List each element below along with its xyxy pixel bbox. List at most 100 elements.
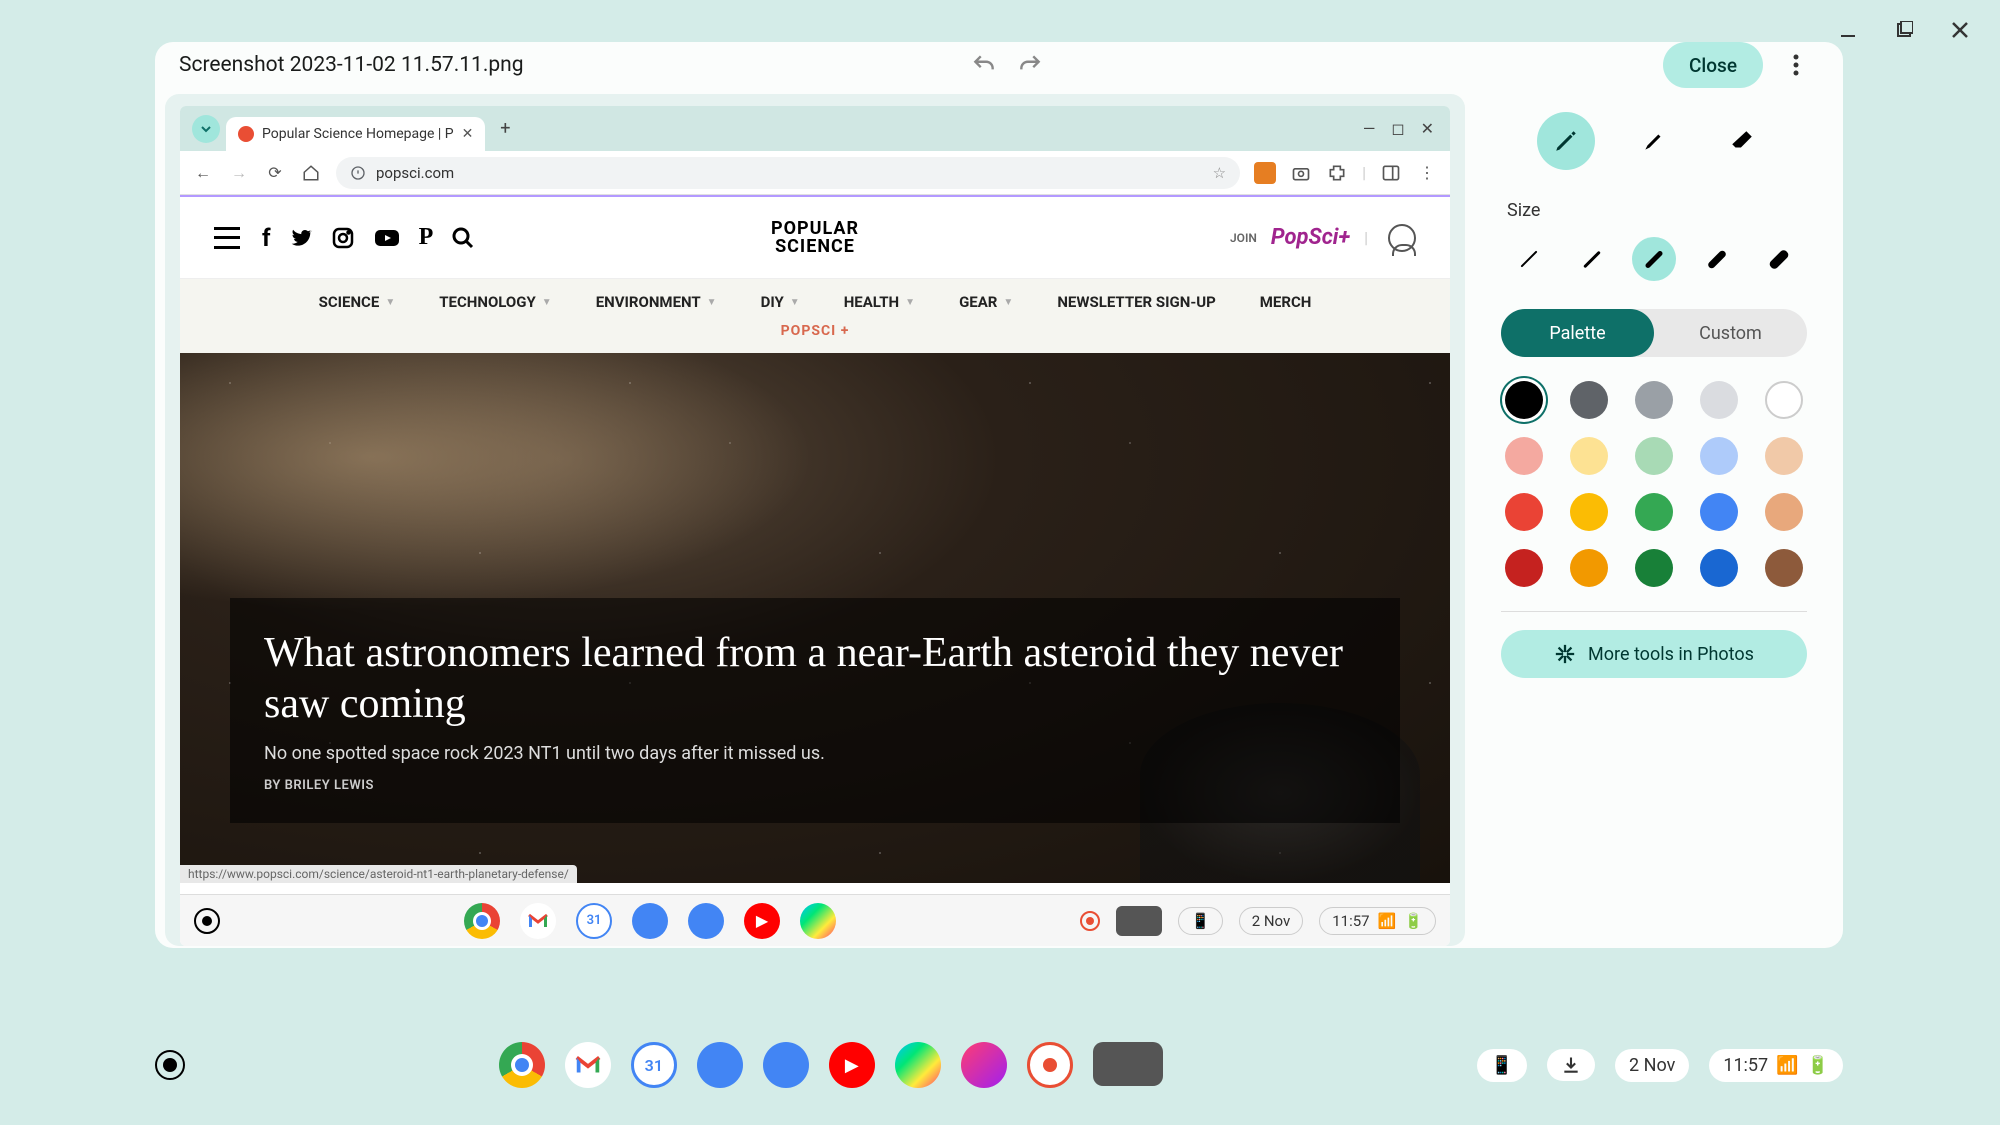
color-swatch[interactable] — [1635, 381, 1673, 419]
color-swatch[interactable] — [1505, 437, 1543, 475]
gmail-app-icon[interactable] — [520, 903, 556, 939]
files-app-icon[interactable] — [632, 903, 668, 939]
play-store-app-icon[interactable] — [800, 903, 836, 939]
twitter-icon[interactable] — [289, 226, 313, 250]
eraser-tool-button[interactable] — [1713, 112, 1771, 170]
pinterest-icon[interactable]: P — [419, 224, 434, 251]
nav-environment[interactable]: ENVIRONMENT▼ — [596, 293, 717, 311]
undo-button[interactable] — [961, 42, 1007, 88]
phone-hub-icon[interactable]: 📱 — [1491, 1055, 1513, 1076]
hero-article[interactable]: What astronomers learned from a near-Ear… — [180, 353, 1450, 883]
color-swatch[interactable] — [1570, 549, 1608, 587]
popsci-plus-link[interactable]: PopSci+ — [1271, 225, 1350, 250]
downloads-icon[interactable] — [1561, 1055, 1581, 1075]
shelf-time[interactable]: 11:57 — [1723, 1055, 1768, 1076]
launcher-button[interactable] — [194, 908, 220, 934]
color-swatch[interactable] — [1635, 493, 1673, 531]
gallery-app-icon[interactable] — [961, 1042, 1007, 1088]
color-swatch[interactable] — [1505, 549, 1543, 587]
site-logo[interactable]: POPULAR SCIENCE — [771, 220, 859, 256]
tote-preview[interactable] — [1116, 906, 1162, 936]
size-option-5[interactable] — [1757, 237, 1801, 281]
nav-popsci-plus[interactable]: POPSCI + — [781, 323, 850, 339]
messages-app-icon[interactable] — [688, 903, 724, 939]
instagram-icon[interactable] — [331, 226, 355, 250]
nav-science[interactable]: SCIENCE▼ — [319, 293, 396, 311]
browser-menu-button[interactable]: ⋮ — [1416, 162, 1438, 184]
window-close-button[interactable] — [1948, 18, 1972, 42]
window-maximize-button[interactable] — [1892, 18, 1916, 42]
color-swatch[interactable] — [1505, 381, 1543, 419]
nav-merch[interactable]: MERCH — [1260, 293, 1312, 311]
more-tools-button[interactable]: More tools in Photos — [1501, 630, 1807, 678]
gmail-app-icon[interactable] — [565, 1042, 611, 1088]
account-icon[interactable] — [1388, 224, 1416, 252]
messages-app-icon[interactable] — [763, 1042, 809, 1088]
files-app-icon[interactable] — [697, 1042, 743, 1088]
nav-health[interactable]: HEALTH▼ — [844, 293, 915, 311]
shelf-time[interactable]: 11:57 — [1332, 912, 1369, 930]
size-option-3[interactable] — [1632, 237, 1676, 281]
custom-tab[interactable]: Custom — [1654, 309, 1807, 357]
nav-forward-button[interactable]: → — [228, 162, 250, 184]
palette-tab[interactable]: Palette — [1501, 309, 1654, 357]
extensions-puzzle-icon[interactable] — [1326, 162, 1348, 184]
color-swatch[interactable] — [1570, 493, 1608, 531]
browser-maximize-icon[interactable]: ◻ — [1391, 119, 1404, 138]
window-minimize-button[interactable] — [1836, 18, 1860, 42]
editor-close-button[interactable]: Close — [1663, 42, 1763, 88]
tote-preview[interactable] — [1093, 1042, 1163, 1086]
size-option-2[interactable] — [1570, 237, 1614, 281]
launcher-button[interactable] — [155, 1050, 185, 1080]
nav-gear[interactable]: GEAR▼ — [959, 293, 1013, 311]
screenshot-canvas[interactable]: Popular Science Homepage | P ✕ + — ◻ ✕ ←… — [180, 106, 1450, 946]
nav-back-button[interactable]: ← — [192, 162, 214, 184]
youtube-icon[interactable] — [373, 226, 401, 250]
size-option-4[interactable] — [1695, 237, 1739, 281]
calendar-app-icon[interactable]: 31 — [631, 1042, 677, 1088]
screen-capture-icon[interactable] — [1027, 1042, 1073, 1088]
color-swatch[interactable] — [1700, 493, 1738, 531]
nav-newsletter[interactable]: NEWSLETTER SIGN-UP — [1057, 293, 1215, 311]
hamburger-menu-button[interactable] — [214, 227, 240, 249]
editor-menu-button[interactable] — [1773, 42, 1819, 88]
highlighter-tool-button[interactable] — [1625, 112, 1683, 170]
redo-button[interactable] — [1007, 42, 1053, 88]
color-swatch[interactable] — [1635, 549, 1673, 587]
color-swatch[interactable] — [1765, 493, 1803, 531]
color-swatch[interactable] — [1700, 437, 1738, 475]
play-store-app-icon[interactable] — [895, 1042, 941, 1088]
color-swatch[interactable] — [1765, 381, 1803, 419]
facebook-icon[interactable]: f — [262, 224, 271, 252]
bookmark-star-icon[interactable]: ☆ — [1213, 164, 1226, 182]
color-swatch[interactable] — [1765, 549, 1803, 587]
tab-search-button[interactable] — [192, 115, 220, 143]
phone-hub-icon[interactable]: 📱 — [1191, 912, 1210, 930]
address-bar[interactable]: popsci.com ☆ — [336, 157, 1240, 189]
nav-diy[interactable]: DIY▼ — [761, 293, 800, 311]
youtube-app-icon[interactable]: ▶ — [829, 1042, 875, 1088]
shelf-date[interactable]: 2 Nov — [1252, 912, 1291, 930]
camera-icon[interactable] — [1290, 162, 1312, 184]
extension-icon[interactable] — [1254, 162, 1276, 184]
side-panel-icon[interactable] — [1380, 162, 1402, 184]
browser-tab[interactable]: Popular Science Homepage | P ✕ — [226, 117, 485, 151]
youtube-app-icon[interactable]: ▶ — [744, 903, 780, 939]
new-tab-button[interactable]: + — [491, 115, 519, 143]
tab-close-button[interactable]: ✕ — [462, 126, 474, 142]
color-swatch[interactable] — [1700, 381, 1738, 419]
color-swatch[interactable] — [1505, 493, 1543, 531]
home-button[interactable] — [300, 162, 322, 184]
size-option-1[interactable] — [1507, 237, 1551, 281]
reload-button[interactable]: ⟳ — [264, 162, 286, 184]
calendar-app-icon[interactable]: 31 — [576, 903, 612, 939]
color-swatch[interactable] — [1635, 437, 1673, 475]
nav-technology[interactable]: TECHNOLOGY▼ — [439, 293, 551, 311]
color-swatch[interactable] — [1570, 437, 1608, 475]
browser-minimize-icon[interactable]: — — [1363, 119, 1376, 138]
color-swatch[interactable] — [1765, 437, 1803, 475]
chrome-app-icon[interactable] — [499, 1042, 545, 1088]
chrome-app-icon[interactable] — [464, 903, 500, 939]
screen-record-icon[interactable] — [1080, 911, 1100, 931]
search-icon[interactable] — [451, 226, 475, 250]
